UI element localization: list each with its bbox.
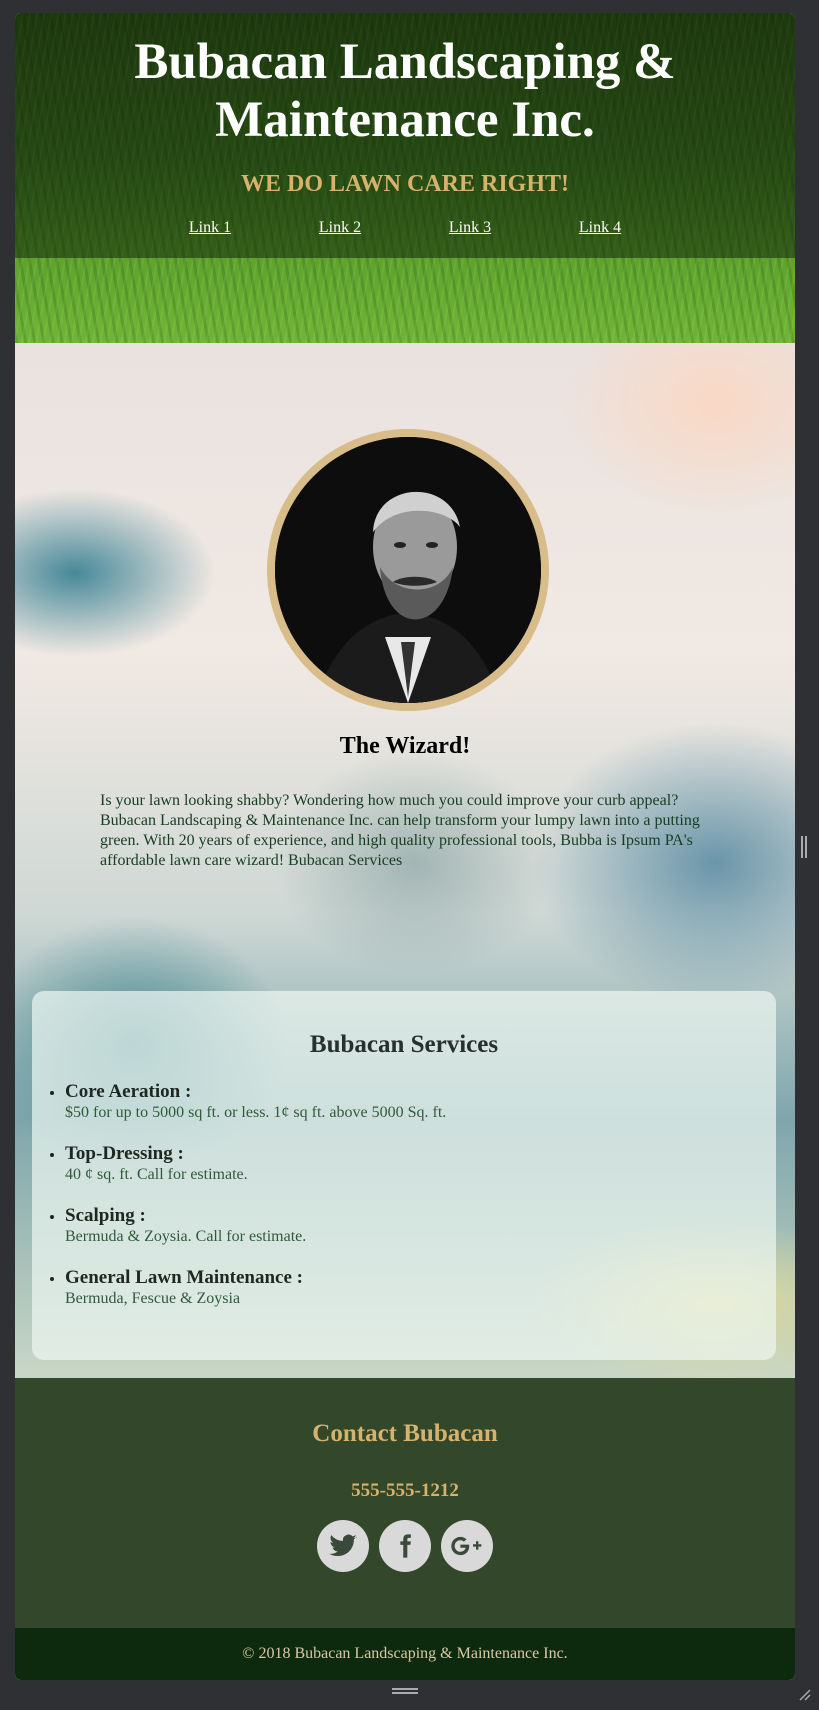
nav-link-1[interactable]: Link 1 (145, 219, 275, 237)
nav-link-2[interactable]: Link 2 (275, 219, 405, 237)
service-description: $50 for up to 5000 sq ft. or less. 1¢ sq… (65, 1104, 447, 1121)
contact-title: Contact Bubacan (312, 1420, 498, 1447)
avatar-frame (267, 429, 549, 711)
main-nav: Link 1 Link 2 Link 3 Link 4 (15, 219, 795, 237)
avatar (275, 437, 541, 703)
service-item: Top-Dressing : 40 ¢ sq. ft. Call for est… (65, 1143, 446, 1185)
service-description: Bermuda, Fescue & Zoysia (65, 1290, 241, 1307)
vertical-resize-handle[interactable] (801, 836, 807, 858)
services-card: Bubacan Services Core Aeration : $50 for… (32, 991, 776, 1360)
service-item: Core Aeration : $50 for up to 5000 sq ft… (65, 1081, 446, 1123)
contact-section: Contact Bubacan 555-555-1212 (15, 1378, 795, 1628)
copyright-text: © 2018 Bubacan Landscaping & Maintenance… (242, 1645, 568, 1662)
about-title: The Wizard! (339, 733, 471, 759)
service-name: General Lawn Maintenance : (65, 1267, 304, 1288)
about-section: The Wizard! Is your lawn looking shabby?… (15, 343, 795, 1378)
services-list: Core Aeration : $50 for up to 5000 sq ft… (47, 1081, 446, 1329)
google-plus-icon[interactable] (441, 1520, 493, 1572)
service-description: 40 ¢ sq. ft. Call for estimate. (65, 1166, 248, 1183)
service-item: General Lawn Maintenance : Bermuda, Fesc… (65, 1267, 446, 1309)
site-header: Bubacan Landscaping & Maintenance Inc. W… (15, 13, 795, 343)
about-text: Is your lawn looking shabby? Wondering h… (100, 792, 700, 869)
tagline: WE DO LAWN CARE RIGHT! (240, 171, 570, 197)
browser-viewport: Bubacan Landscaping & Maintenance Inc. W… (15, 13, 795, 1680)
service-name: Core Aeration : (65, 1081, 192, 1102)
horizontal-resize-handle[interactable] (392, 1688, 418, 1694)
services-title: Bubacan Services (309, 1031, 499, 1058)
twitter-icon[interactable] (317, 1520, 369, 1572)
service-description: Bermuda & Zoysia. Call for estimate. (65, 1228, 307, 1245)
site-footer: © 2018 Bubacan Landscaping & Maintenance… (15, 1628, 795, 1680)
service-item: Scalping : Bermuda & Zoysia. Call for es… (65, 1205, 446, 1247)
site-title: Bubacan Landscaping & Maintenance Inc. (134, 34, 676, 148)
service-name: Top-Dressing : (65, 1143, 184, 1164)
resize-grip-icon[interactable] (796, 1686, 812, 1702)
portrait-photo-icon (275, 437, 541, 703)
facebook-icon[interactable] (379, 1520, 431, 1572)
nav-link-3[interactable]: Link 3 (405, 219, 535, 237)
service-name: Scalping : (65, 1205, 146, 1226)
social-links (15, 1520, 795, 1572)
phone-number: 555-555-1212 (351, 1480, 459, 1501)
nav-link-4[interactable]: Link 4 (535, 219, 665, 237)
